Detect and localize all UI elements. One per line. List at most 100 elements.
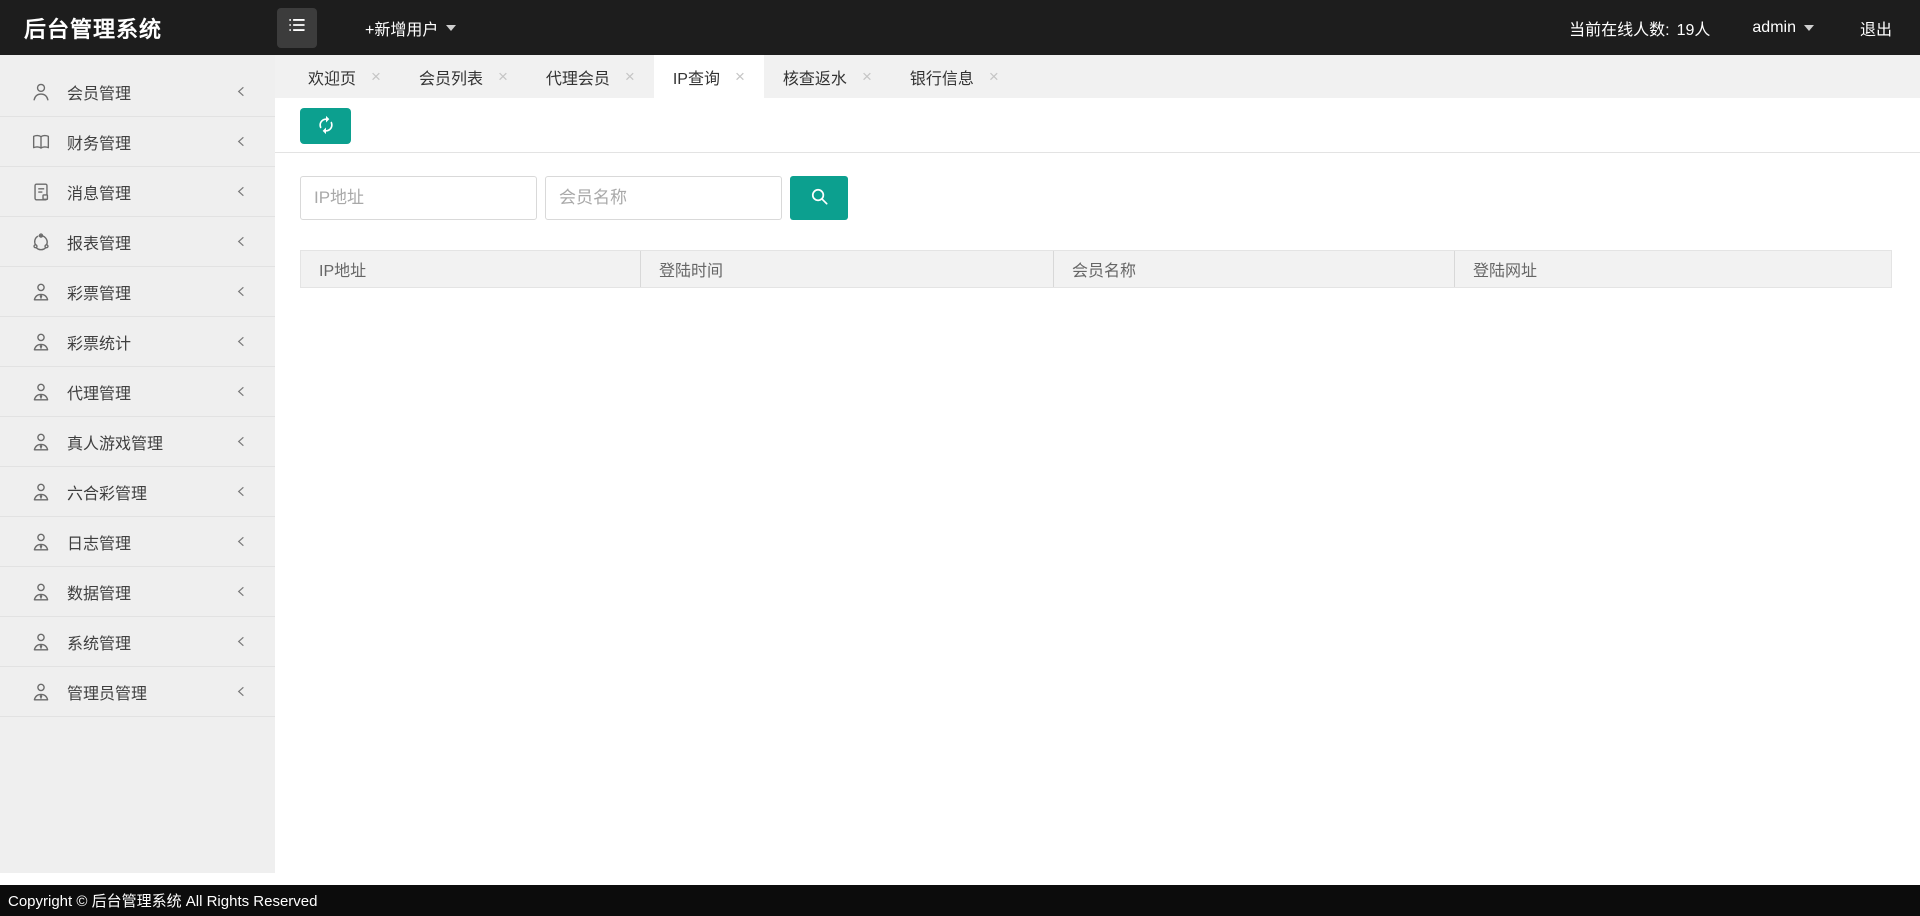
sidebar-item-label: 管理员管理 bbox=[67, 680, 234, 704]
sidebar-item-label: 数据管理 bbox=[67, 580, 234, 604]
tab-bar: 欢迎页×会员列表×代理会员×IP查询×核查返水×银行信息× bbox=[275, 55, 1920, 98]
search-form bbox=[300, 176, 1920, 220]
chevron-left-icon bbox=[234, 434, 249, 449]
tab-2[interactable]: 代理会员 × bbox=[527, 55, 654, 98]
chevron-left-icon bbox=[234, 484, 249, 499]
column-header: 登陆时间 bbox=[640, 251, 1053, 287]
sidebar-item[interactable]: 日志管理 bbox=[0, 517, 275, 567]
tab-label: 核查返水 bbox=[783, 65, 847, 89]
chevron-left-icon bbox=[234, 84, 249, 99]
logout-button[interactable]: 退出 bbox=[1860, 16, 1892, 40]
content-area: 欢迎页×会员列表×代理会员×IP查询×核查返水×银行信息× bbox=[275, 55, 1920, 885]
sidebar-item[interactable]: 消息管理 bbox=[0, 167, 275, 217]
search-icon bbox=[808, 185, 831, 211]
sidebar-item-label: 会员管理 bbox=[67, 80, 234, 104]
top-bar: 后台管理系统 +新增用户 当前在线人数: 19人 admin 退出 bbox=[0, 0, 1920, 55]
main-area: 会员管理财务管理消息管理报表管理彩票管理彩票统计代理管理真人游戏管理六合彩管理日… bbox=[0, 55, 1920, 885]
sidebar-item[interactable]: 系统管理 bbox=[0, 617, 275, 667]
table-header-row: IP地址登陆时间会员名称登陆网址 bbox=[300, 250, 1892, 288]
sidebar-toggle-button[interactable] bbox=[277, 8, 317, 48]
refresh-icon bbox=[316, 115, 336, 138]
toolbar-divider bbox=[275, 152, 1920, 153]
ip-address-input[interactable] bbox=[300, 176, 537, 220]
footer: Copyright © 后台管理系统 All Rights Reserved bbox=[0, 885, 1920, 916]
sidebar-item[interactable]: 六合彩管理 bbox=[0, 467, 275, 517]
toolbar bbox=[275, 98, 1920, 152]
refresh-button[interactable] bbox=[300, 108, 351, 144]
chevron-left-icon bbox=[234, 384, 249, 399]
tab-close-icon[interactable]: × bbox=[625, 68, 635, 85]
tab-5[interactable]: 银行信息× bbox=[891, 55, 1018, 98]
sidebar-item[interactable]: 财务管理 bbox=[0, 117, 275, 167]
tab-label: 欢迎页 bbox=[308, 65, 356, 89]
sidebar-item[interactable]: 管理员管理 bbox=[0, 667, 275, 717]
sidebar-item[interactable]: 彩票统计 bbox=[0, 317, 275, 367]
sidebar-menu: 会员管理财务管理消息管理报表管理彩票管理彩票统计代理管理真人游戏管理六合彩管理日… bbox=[0, 55, 275, 873]
add-user-label: +新增用户 bbox=[365, 16, 438, 40]
user-tie-icon bbox=[30, 381, 52, 403]
sidebar-item[interactable]: 报表管理 bbox=[0, 217, 275, 267]
user-tie-icon bbox=[30, 531, 52, 553]
chevron-left-icon bbox=[234, 584, 249, 599]
sidebar-item-label: 日志管理 bbox=[67, 530, 234, 554]
sidebar-item-label: 代理管理 bbox=[67, 380, 234, 404]
sidebar-item-label: 彩票管理 bbox=[67, 280, 234, 304]
chevron-left-icon bbox=[234, 134, 249, 149]
tab-4[interactable]: 核查返水 × bbox=[764, 55, 891, 98]
report-share-icon bbox=[30, 231, 52, 253]
column-header: 登陆网址 bbox=[1454, 251, 1891, 287]
tab-close-icon[interactable]: × bbox=[735, 68, 745, 85]
table-body bbox=[300, 288, 1892, 328]
copyright-text: Copyright © 后台管理系统 All Rights Reserved bbox=[8, 890, 317, 911]
finance-book-icon bbox=[30, 131, 52, 153]
sidebar-item[interactable]: 代理管理 bbox=[0, 367, 275, 417]
tab-3[interactable]: IP查询 × bbox=[654, 55, 764, 98]
add-user-dropdown[interactable]: +新增用户 bbox=[365, 16, 456, 40]
tab-close-icon[interactable]: × bbox=[498, 68, 508, 85]
tab-label: IP查询 bbox=[673, 65, 720, 89]
member-name-input[interactable] bbox=[545, 176, 782, 220]
tab-1[interactable]: 会员列表 × bbox=[400, 55, 527, 98]
tab-label: 会员列表 bbox=[419, 65, 483, 89]
user-tie-icon bbox=[30, 481, 52, 503]
user-icon bbox=[30, 81, 52, 103]
user-tie-icon bbox=[30, 281, 52, 303]
sidebar-item-label: 报表管理 bbox=[67, 230, 234, 254]
column-header: 会员名称 bbox=[1053, 251, 1454, 287]
sidebar-item[interactable]: 彩票管理 bbox=[0, 267, 275, 317]
sidebar-item-label: 彩票统计 bbox=[67, 330, 234, 354]
column-header: IP地址 bbox=[301, 251, 640, 287]
chevron-left-icon bbox=[234, 184, 249, 199]
sidebar-item-label: 真人游戏管理 bbox=[67, 430, 234, 454]
user-tie-icon bbox=[30, 631, 52, 653]
hamburger-list-icon bbox=[286, 14, 308, 41]
user-tie-icon bbox=[30, 431, 52, 453]
user-menu[interactable]: admin bbox=[1752, 19, 1814, 37]
admin-app: 后台管理系统 +新增用户 当前在线人数: 19人 admin 退出 会员管理财务… bbox=[0, 0, 1920, 916]
user-tie-icon bbox=[30, 331, 52, 353]
tab-0[interactable]: 欢迎页 × bbox=[289, 55, 400, 98]
tab-close-icon[interactable]: × bbox=[371, 68, 381, 85]
search-button[interactable] bbox=[790, 176, 848, 220]
sidebar-item[interactable]: 数据管理 bbox=[0, 567, 275, 617]
sidebar-item[interactable]: 会员管理 bbox=[0, 67, 275, 117]
chevron-left-icon bbox=[234, 684, 249, 699]
sidebar-item-label: 消息管理 bbox=[67, 180, 234, 204]
tab-close-icon[interactable]: × bbox=[989, 68, 999, 85]
chevron-down-icon bbox=[446, 25, 456, 31]
user-tie-icon bbox=[30, 681, 52, 703]
tab-label: 代理会员 bbox=[546, 65, 610, 89]
ip-query-table: IP地址登陆时间会员名称登陆网址 bbox=[300, 250, 1892, 328]
sidebar-item-label: 财务管理 bbox=[67, 130, 234, 154]
sidebar-item[interactable]: 真人游戏管理 bbox=[0, 417, 275, 467]
chevron-left-icon bbox=[234, 284, 249, 299]
chevron-left-icon bbox=[234, 534, 249, 549]
tab-close-icon[interactable]: × bbox=[862, 68, 872, 85]
online-count-label: 当前在线人数: bbox=[1569, 16, 1669, 40]
chevron-left-icon bbox=[234, 334, 249, 349]
sidebar-item-label: 系统管理 bbox=[67, 630, 234, 654]
chevron-left-icon bbox=[234, 234, 249, 249]
chevron-down-icon bbox=[1804, 25, 1814, 31]
username: admin bbox=[1752, 19, 1796, 37]
message-doc-icon bbox=[30, 181, 52, 203]
